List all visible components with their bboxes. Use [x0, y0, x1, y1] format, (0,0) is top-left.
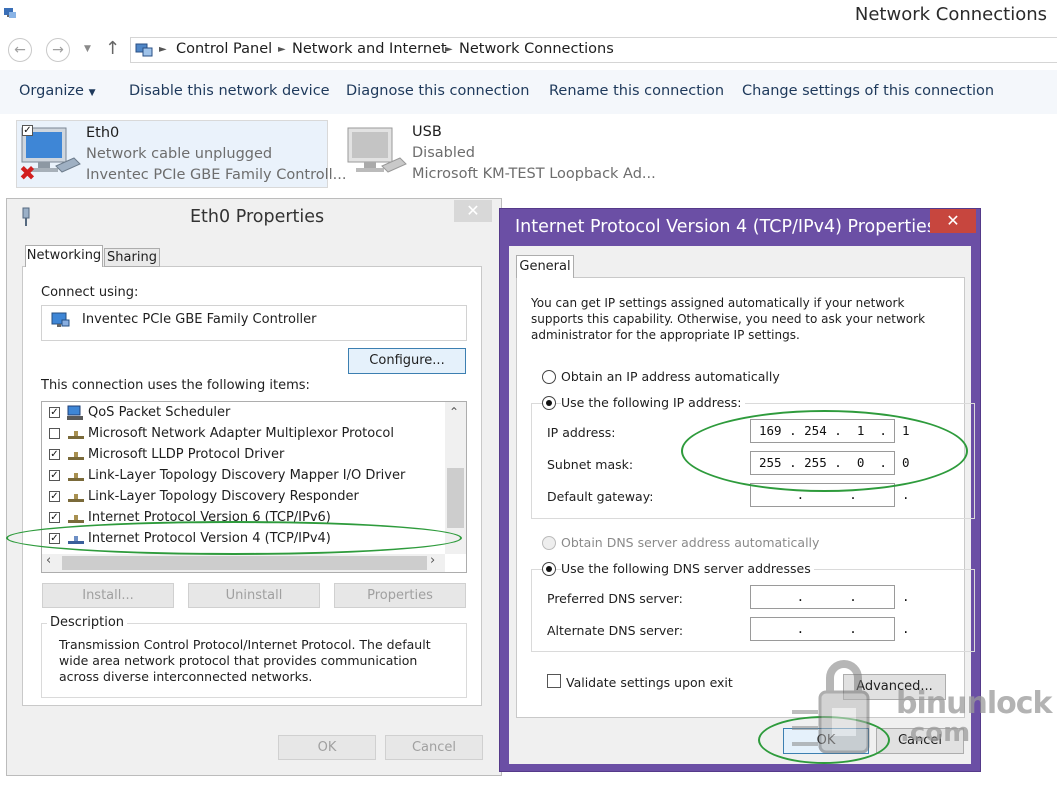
obtain-dns-auto-label[interactable]: Obtain DNS server address automatically: [561, 535, 819, 550]
items-label: This connection uses the following items…: [41, 378, 310, 393]
dialog-title: Internet Protocol Version 4 (TCP/IPv4) P…: [515, 217, 936, 237]
cancel-button[interactable]: Cancel: [385, 735, 483, 760]
organize-label: Organize: [19, 83, 84, 99]
adapter-device: Microsoft KM-TEST Loopback Ad...: [412, 166, 656, 182]
protocol-icon: [68, 494, 84, 502]
network-card-icon: [51, 312, 70, 327]
item-label: Microsoft LLDP Protocol Driver: [88, 447, 285, 462]
description-label: Description: [47, 615, 128, 630]
adapter-name: Inventec PCIe GBE Family Controller: [82, 312, 317, 327]
rename-connection-button[interactable]: Rename this connection: [549, 83, 724, 99]
list-item[interactable]: ✓ QoS Packet Scheduler: [48, 403, 443, 424]
close-button[interactable]: ✕: [930, 209, 976, 233]
ethernet-plug-icon: [22, 207, 30, 226]
breadcrumb-separator[interactable]: ►: [159, 44, 167, 55]
dialog-title: Eth0 Properties: [190, 207, 325, 227]
obtain-dns-auto-radio[interactable]: [542, 536, 556, 550]
intro-text: You can get IP settings assigned automat…: [531, 296, 926, 342]
close-button[interactable]: ✕: [454, 200, 492, 222]
ip-address-label: IP address:: [547, 425, 616, 440]
preferred-dns-field[interactable]: . . .: [750, 585, 910, 609]
item-label: Link-Layer Topology Discovery Mapper I/O…: [88, 468, 406, 483]
scroll-left-icon[interactable]: ‹: [46, 553, 51, 568]
qos-scheduler-icon: [67, 405, 83, 420]
network-connections-app-icon: [4, 8, 16, 18]
chevron-down-icon: ▼: [88, 88, 96, 98]
ok-button[interactable]: OK: [278, 735, 376, 760]
disable-device-button[interactable]: Disable this network device: [129, 83, 330, 99]
validate-label[interactable]: Validate settings upon exit: [566, 675, 733, 690]
item-label: QoS Packet Scheduler: [88, 405, 231, 420]
default-gateway-label: Default gateway:: [547, 489, 654, 504]
protocol-icon: [68, 473, 84, 481]
item-checkbox[interactable]: ✓: [49, 407, 60, 418]
up-button[interactable]: ↑: [105, 38, 120, 59]
item-checkbox[interactable]: ✓: [49, 470, 60, 481]
scrollbar-thumb[interactable]: [447, 468, 464, 528]
h-scrollbar-thumb[interactable]: [62, 556, 427, 570]
watermark-domain: .com: [900, 718, 971, 748]
description-text: Transmission Control Protocol/Internet P…: [59, 637, 431, 684]
adapter-name: USB: [412, 124, 442, 140]
back-button[interactable]: ←: [8, 38, 32, 62]
tab-networking[interactable]: Networking: [25, 245, 103, 267]
protocol-icon: [68, 452, 84, 460]
list-item[interactable]: ✓ Microsoft LLDP Protocol Driver: [48, 445, 443, 466]
item-checkbox[interactable]: [49, 428, 60, 439]
error-x-icon: ✖: [19, 161, 36, 185]
organize-menu[interactable]: Organize ▼: [19, 83, 96, 99]
configure-button[interactable]: Configure...: [348, 348, 466, 374]
use-following-dns-radio[interactable]: [542, 562, 556, 576]
diagnose-connection-button[interactable]: Diagnose this connection: [346, 83, 529, 99]
tab-sharing[interactable]: Sharing: [104, 248, 160, 267]
highlight-circle: [681, 410, 968, 492]
recent-locations-dropdown[interactable]: ▼: [84, 44, 91, 54]
binunlock-logo: [792, 660, 870, 754]
install-button[interactable]: Install...: [42, 583, 174, 608]
item-label: Microsoft Network Adapter Multiplexor Pr…: [88, 426, 394, 441]
scroll-right-icon[interactable]: ›: [430, 553, 435, 568]
scroll-up-icon[interactable]: ⌃: [449, 405, 459, 419]
protocol-icon: [68, 431, 84, 439]
validate-checkbox[interactable]: [547, 674, 561, 688]
use-following-dns-label[interactable]: Use the following DNS server addresses: [561, 561, 814, 576]
use-following-ip-radio[interactable]: [542, 396, 556, 410]
item-checkbox[interactable]: ✓: [49, 491, 60, 502]
properties-button[interactable]: Properties: [334, 583, 466, 608]
tab-general[interactable]: General: [516, 255, 574, 278]
protocol-icon: [68, 515, 84, 523]
adapter-device: Inventec PCIe GBE Family Controll...: [86, 167, 347, 183]
breadcrumb-separator[interactable]: ►: [278, 44, 286, 55]
obtain-ip-auto-radio[interactable]: [542, 370, 556, 384]
control-panel-icon: [135, 43, 153, 57]
subnet-mask-label: Subnet mask:: [547, 457, 634, 472]
breadcrumb-network-and-internet[interactable]: Network and Internet: [292, 41, 447, 57]
connect-using-label: Connect using:: [41, 285, 139, 300]
item-checkbox[interactable]: ✓: [49, 449, 60, 460]
list-item[interactable]: ✓ Link-Layer Topology Discovery Mapper I…: [48, 466, 443, 487]
preferred-dns-label: Preferred DNS server:: [547, 591, 683, 606]
list-item[interactable]: ✓ Link-Layer Topology Discovery Responde…: [48, 487, 443, 508]
use-following-ip-label[interactable]: Use the following IP address:: [561, 395, 745, 410]
watermark-text: binunlock: [896, 686, 1052, 721]
adapter-status: Network cable unplugged: [86, 146, 273, 162]
window-title: Network Connections: [854, 4, 1047, 25]
selected-checkbox[interactable]: ✓: [22, 125, 33, 136]
item-label: Link-Layer Topology Discovery Responder: [88, 489, 359, 504]
adapter-name: Eth0: [86, 125, 120, 141]
breadcrumb-control-panel[interactable]: Control Panel: [176, 41, 272, 57]
breadcrumb-separator[interactable]: ►: [445, 44, 453, 55]
change-settings-button[interactable]: Change settings of this connection: [742, 83, 994, 99]
forward-button[interactable]: →: [46, 38, 70, 62]
list-item[interactable]: Microsoft Network Adapter Multiplexor Pr…: [48, 424, 443, 445]
alternate-dns-label: Alternate DNS server:: [547, 623, 684, 638]
uninstall-button[interactable]: Uninstall: [188, 583, 320, 608]
adapter-status: Disabled: [412, 145, 475, 161]
breadcrumb-network-connections[interactable]: Network Connections: [459, 41, 614, 57]
highlight-circle: [6, 521, 462, 555]
obtain-ip-auto-label[interactable]: Obtain an IP address automatically: [561, 369, 780, 384]
network-adapter-disabled-icon[interactable]: [344, 122, 408, 186]
item-checkbox[interactable]: ✓: [49, 512, 60, 523]
alternate-dns-field[interactable]: . . .: [750, 617, 910, 641]
